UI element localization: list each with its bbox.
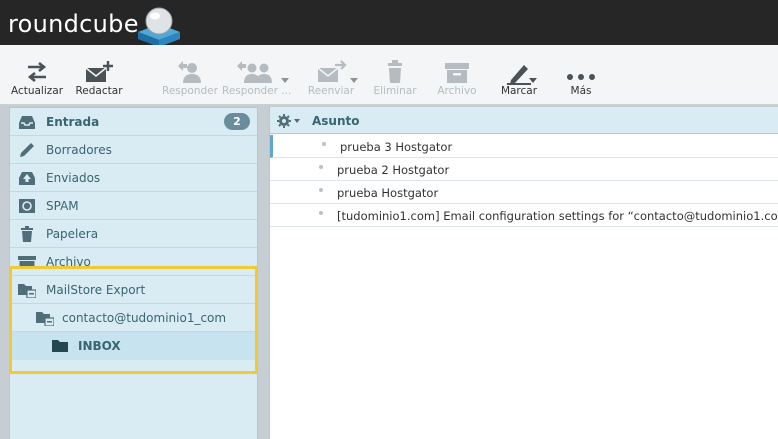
status-dot-icon <box>322 142 326 146</box>
message-list: Asunto prueba 3 Hostgator prueba 2 Hostg… <box>269 107 778 439</box>
archive-icon <box>445 63 469 83</box>
message-subject: [tudominio1.com] Email configuration set… <box>337 209 778 223</box>
message-row[interactable]: [tudominio1.com] Email configuration set… <box>270 204 778 227</box>
compose-label: Redactar <box>75 85 123 97</box>
header-bar: roundcube <box>0 0 778 47</box>
trash-icon <box>388 60 402 83</box>
recycle-icon <box>19 199 35 213</box>
toolbar: Actualizar Redactar Responder Responder … <box>0 45 778 105</box>
folder-stack-icon <box>18 284 36 298</box>
forward-icon <box>317 60 347 82</box>
pencil-icon <box>20 143 34 157</box>
folder-label: Entrada <box>46 115 100 129</box>
folder-item-inbox-sub[interactable]: INBOX <box>10 332 257 360</box>
more-label: Más <box>570 85 592 97</box>
status-dot-icon <box>319 165 323 169</box>
roundcube-logo-icon <box>138 7 180 47</box>
folder-item-spam[interactable]: SPAM <box>10 192 257 220</box>
message-row[interactable]: prueba 3 Hostgator <box>270 135 778 158</box>
reply-all-dropdown-icon[interactable] <box>281 78 289 83</box>
forward-dropdown-icon[interactable] <box>350 78 358 83</box>
message-subject: prueba 3 Hostgator <box>340 140 453 154</box>
folder-label: MailStore Export <box>46 283 146 297</box>
archive-label: Archivo <box>437 85 477 97</box>
reply-all-icon <box>237 61 272 83</box>
list-options-gear-icon[interactable] <box>276 113 302 129</box>
folder-item-inbox[interactable]: Entrada 2 <box>10 108 257 136</box>
sent-icon <box>19 172 35 185</box>
message-list-header: Asunto <box>270 107 778 134</box>
folder-label: INBOX <box>78 339 121 353</box>
folder-item-trash[interactable]: Papelera <box>10 220 257 248</box>
status-dot-icon <box>319 211 323 215</box>
delete-label: Eliminar <box>373 85 417 97</box>
folder-label: Archivo <box>46 255 91 269</box>
folder-label: contacto@tudominio1_com <box>62 311 227 325</box>
message-row[interactable]: prueba Hostgator <box>270 181 778 204</box>
folder-label: Papelera <box>46 227 99 241</box>
trash-icon <box>21 226 33 242</box>
subject-column-header[interactable]: Asunto <box>312 114 360 128</box>
reply-all-button[interactable]: Responder ... <box>222 59 292 101</box>
message-subject: prueba 2 Hostgator <box>337 163 450 177</box>
more-dots-icon <box>567 74 595 80</box>
forward-label: Reenviar <box>307 85 355 97</box>
folder-stack-icon <box>36 312 54 326</box>
inbox-icon <box>19 116 35 129</box>
archive-icon <box>18 256 36 269</box>
reply-all-label: Responder ... <box>222 85 292 97</box>
reply-button[interactable]: Responder <box>162 59 218 101</box>
folder-label: SPAM <box>46 199 79 213</box>
unread-count-badge: 2 <box>224 113 250 130</box>
message-subject: prueba Hostgator <box>337 186 439 200</box>
folder-item-drafts[interactable]: Borradores <box>10 136 257 164</box>
folder-label: Enviados <box>46 171 101 185</box>
folder-item-mailstore-export[interactable]: MailStore Export <box>10 276 257 304</box>
delete-button[interactable]: Eliminar <box>370 59 420 101</box>
folder-list: Entrada 2 Borradores Enviados SPAM Papel… <box>9 107 258 439</box>
compose-icon <box>85 61 113 82</box>
folder-item-sent[interactable]: Enviados <box>10 164 257 192</box>
mark-dropdown-icon[interactable] <box>529 78 537 83</box>
compose-button[interactable]: Redactar <box>72 59 126 101</box>
refresh-button[interactable]: Actualizar <box>10 59 64 101</box>
status-dot-icon <box>319 188 323 192</box>
folder-item-contacto[interactable]: contacto@tudominio1_com <box>10 304 257 332</box>
more-button[interactable]: Más <box>558 59 604 101</box>
message-row[interactable]: prueba 2 Hostgator <box>270 158 778 181</box>
reply-label: Responder <box>162 85 218 97</box>
mark-label: Marcar <box>500 85 538 97</box>
archive-button[interactable]: Archivo <box>432 59 482 101</box>
reply-icon <box>178 61 201 83</box>
refresh-icon <box>27 61 47 83</box>
folder-item-archive[interactable]: Archivo <box>10 248 257 276</box>
app-logo-text[interactable]: roundcube <box>8 10 139 38</box>
refresh-label: Actualizar <box>10 85 64 97</box>
folder-icon <box>52 340 68 352</box>
folder-label: Borradores <box>46 143 112 157</box>
